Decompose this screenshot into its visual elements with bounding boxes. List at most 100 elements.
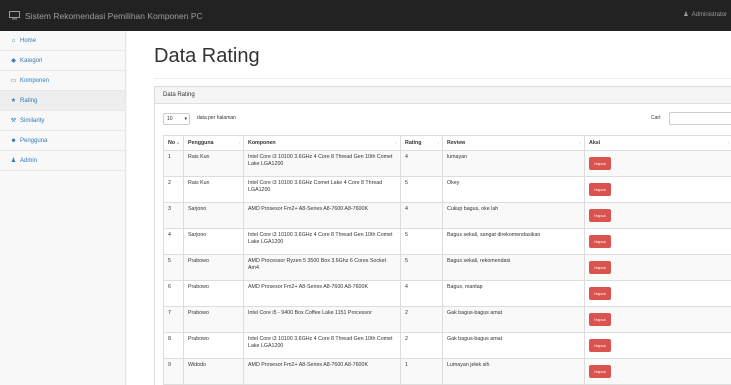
cell-rating: 1 bbox=[400, 358, 443, 385]
chevron-down-icon: ▾ bbox=[184, 116, 187, 122]
cell-komponen: Intel Core i3 10100 3.6GHz 4 Core 8 Thre… bbox=[243, 150, 401, 178]
cell-aksi: Hapus bbox=[584, 306, 731, 334]
delete-button[interactable]: Hapus bbox=[589, 183, 611, 197]
sidebar-item-home[interactable]: ⌂ Home bbox=[0, 31, 125, 51]
sidebar-item-rating[interactable]: ★ Rating bbox=[0, 91, 125, 111]
sort-icon: ▲ bbox=[176, 140, 180, 145]
table-row: 8 Prabowo Intel Core i3 10100 3.6GHz 4 C… bbox=[163, 332, 731, 360]
cell-aksi: Hapus bbox=[584, 254, 731, 282]
cell-komponen: Intel Core i5 - 9400 Box Coffee Lake 115… bbox=[243, 306, 401, 334]
cell-komponen: AMD Prosesor Fm2+ A8-Series A8-7600 A8-7… bbox=[243, 358, 401, 385]
cell-review: Gak bagus-bagus amat bbox=[442, 332, 585, 360]
star-icon: ★ bbox=[10, 98, 17, 104]
delete-button[interactable]: Hapus bbox=[589, 157, 611, 171]
cell-aksi: Hapus bbox=[584, 176, 731, 204]
column-header-komponen[interactable]: Komponen ↕ bbox=[243, 134, 401, 152]
cell-no: 6 bbox=[163, 280, 184, 308]
delete-button[interactable]: Hapus bbox=[589, 313, 611, 327]
cell-aksi: Hapus bbox=[584, 228, 731, 256]
sort-icon: ↕ bbox=[727, 140, 729, 145]
user-menu[interactable]: ♟ Administrator bbox=[683, 11, 727, 19]
sidebar-item-similarity[interactable]: ⚒ Similarity bbox=[0, 111, 125, 131]
cell-komponen: Intel Core i3 10100 3.6GHz Comet Lake 4 … bbox=[243, 176, 401, 204]
cell-komponen: AMD Prosesor Fm2+ A8-Series A8-7600 A8-7… bbox=[243, 202, 401, 230]
cell-rating: 4 bbox=[400, 202, 443, 230]
sort-icon: ↕ bbox=[437, 140, 439, 145]
sidebar-item-label: Pengguna bbox=[20, 137, 48, 144]
title-divider bbox=[154, 78, 731, 79]
cell-pengguna: Prabowo bbox=[183, 306, 244, 334]
cell-review: Gak bagus-bagus amat bbox=[442, 306, 585, 334]
page-length-select[interactable]: 10 ▾ bbox=[163, 113, 190, 125]
cell-rating: 5 bbox=[400, 228, 443, 256]
cell-pengguna: Sarjono bbox=[183, 202, 244, 230]
page-length-value: 10 bbox=[167, 116, 173, 122]
cell-no: 2 bbox=[163, 176, 184, 204]
table-header-row: No ▲ Pengguna ↕ Komponen ↕ Rating ↕ Review ↕ … bbox=[163, 134, 731, 152]
cell-no: 4 bbox=[163, 228, 184, 256]
rating-table: No ▲ Pengguna ↕ Komponen ↕ Rating ↕ Review ↕ … bbox=[163, 134, 731, 385]
top-navbar: Sistem Rekomendasi Pemilihan Komponen PC… bbox=[0, 0, 731, 31]
sidebar-item-admin[interactable]: ♟ Admin bbox=[0, 151, 125, 171]
table-row: 4 Sarjono Intel Core i3 10100 3.6GHz 4 C… bbox=[163, 228, 731, 256]
cell-komponen: Intel Core i3 10100 3.6GHz 4 Core 8 Thre… bbox=[243, 228, 401, 256]
page-length-label: data per halaman bbox=[197, 115, 236, 121]
cell-review: Okey bbox=[442, 176, 585, 204]
cell-rating: 5 bbox=[400, 176, 443, 204]
brand[interactable]: Sistem Rekomendasi Pemilihan Komponen PC bbox=[9, 11, 203, 21]
sidebar-item-komponen[interactable]: ▭ Komponen bbox=[0, 71, 125, 91]
cell-pengguna: Sarjono bbox=[183, 228, 244, 256]
cell-rating: 2 bbox=[400, 306, 443, 334]
cell-pengguna: Rais Kun bbox=[183, 176, 244, 204]
cell-review: Bagus, mantap bbox=[442, 280, 585, 308]
cell-no: 7 bbox=[163, 306, 184, 334]
main-content: Data Rating Data Rating 10 ▾ data per ha… bbox=[127, 31, 731, 385]
cell-komponen: Intel Core i3 10100 3.6GHz 4 Core 8 Thre… bbox=[243, 332, 401, 360]
cell-komponen: AMD Prosesor Fm2+ A8-Series A8-7600 A8-7… bbox=[243, 280, 401, 308]
sidebar-item-label: Kategori bbox=[20, 57, 43, 64]
search-label: Cari: bbox=[651, 115, 662, 121]
column-header-no[interactable]: No ▲ bbox=[163, 134, 184, 152]
cell-rating: 5 bbox=[400, 254, 443, 282]
cell-aksi: Hapus bbox=[584, 332, 731, 360]
cell-rating: 2 bbox=[400, 332, 443, 360]
sidebar-item-label: Rating bbox=[20, 97, 38, 104]
users-icon: ☻ bbox=[10, 137, 17, 144]
delete-button[interactable]: Hapus bbox=[589, 235, 611, 249]
user-icon: ♟ bbox=[683, 12, 689, 18]
column-header-pengguna[interactable]: Pengguna ↕ bbox=[183, 134, 244, 152]
brand-title: Sistem Rekomendasi Pemilihan Komponen PC bbox=[25, 10, 203, 21]
cell-aksi: Hapus bbox=[584, 358, 731, 385]
monitor-icon: ▭ bbox=[10, 78, 17, 84]
user-label: Administrator bbox=[691, 11, 727, 18]
panel-heading: Data Rating bbox=[155, 87, 731, 104]
cell-no: 5 bbox=[163, 254, 184, 282]
delete-button[interactable]: Hapus bbox=[589, 365, 611, 379]
delete-button[interactable]: Hapus bbox=[589, 209, 611, 223]
column-header-aksi[interactable]: Aksi ↕ bbox=[584, 134, 731, 152]
cell-pengguna: Prabowo bbox=[183, 280, 244, 308]
cell-no: 8 bbox=[163, 332, 184, 360]
user-icon: ♟ bbox=[10, 158, 17, 164]
column-header-review[interactable]: Review ↕ bbox=[442, 134, 585, 152]
cell-pengguna: Prabowo bbox=[183, 254, 244, 282]
delete-button[interactable]: Hapus bbox=[589, 261, 611, 275]
cell-review: Cukup bagus, oke lah bbox=[442, 202, 585, 230]
sidebar: ⌂ Home ◆ Kategori ▭ Komponen ★ Rating ⚒ … bbox=[0, 31, 126, 385]
cell-pengguna: Prabowo bbox=[183, 332, 244, 360]
sidebar-item-label: Komponen bbox=[20, 77, 50, 84]
cell-review: Lumayan jelek sih bbox=[442, 358, 585, 385]
cell-aksi: Hapus bbox=[584, 150, 731, 178]
cell-no: 3 bbox=[163, 202, 184, 230]
delete-button[interactable]: Hapus bbox=[589, 339, 611, 353]
sidebar-item-label: Admin bbox=[20, 157, 38, 164]
table-row: 9 Widodo AMD Prosesor Fm2+ A8-Series A8-… bbox=[163, 358, 731, 385]
delete-button[interactable]: Hapus bbox=[589, 287, 611, 301]
column-header-rating[interactable]: Rating ↕ bbox=[400, 134, 443, 152]
cell-komponen: AMD Processor Ryzen 5 3500 Box 3.6Ghz 6 … bbox=[243, 254, 401, 282]
sort-icon: ↕ bbox=[395, 140, 397, 145]
sidebar-item-kategori[interactable]: ◆ Kategori bbox=[0, 51, 125, 71]
sidebar-item-pengguna[interactable]: ☻ Pengguna bbox=[0, 131, 125, 151]
search-input[interactable] bbox=[669, 112, 731, 125]
monitor-icon bbox=[9, 11, 20, 20]
